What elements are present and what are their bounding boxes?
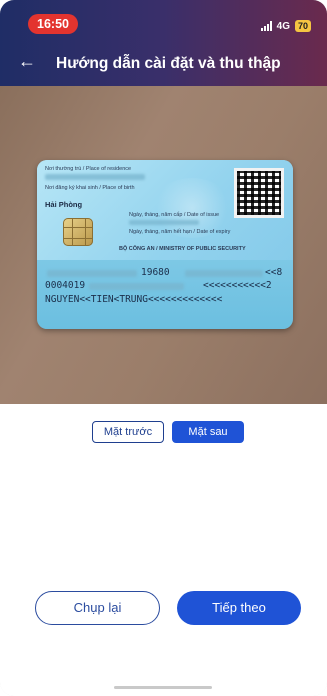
tab-front-side[interactable]: Mặt trước [92, 421, 164, 443]
mrz-line3: NGUYEN<<TIEN<TRUNG<<<<<<<<<<<<< [45, 294, 223, 305]
blurred-mrz-line1b [185, 270, 263, 277]
status-indicators: 4G 70 [260, 19, 311, 33]
mrz-line1-visible: 19680 [141, 267, 170, 278]
place-of-birth-value: Hải Phòng [45, 200, 83, 209]
issuer-label: BỘ CÔNG AN / MINISTRY OF PUBLIC SECURITY [119, 246, 246, 252]
app-header: 16:50 4G 70 ← Hướng dẫn cài đặt và thu t… [0, 0, 327, 86]
id-card-back: Nơi thường trú / Place of residence Nơi … [37, 160, 293, 329]
label-place-of-residence: Nơi thường trú / Place of residence [45, 166, 132, 172]
next-button[interactable]: Tiếp theo [177, 591, 301, 625]
home-indicator [114, 686, 212, 689]
label-date-of-issue: Ngày, tháng, năm cấp / Date of issue [129, 212, 220, 218]
label-place-of-birth: Nơi đăng ký khai sinh / Place of birth [45, 185, 135, 191]
bottom-panel: Mặt trước Mặt sau Chụp lại Tiếp theo [0, 404, 327, 696]
phone-screen: 16:50 4G 70 ← Hướng dẫn cài đặt và thu t… [0, 0, 327, 696]
network-type: 4G [276, 20, 290, 32]
mrz-zone: 19680 <<8 0004019 <<<<<<<<<<<2 NGUYEN<<T… [37, 264, 293, 329]
blurred-residence [45, 174, 145, 180]
chip-icon [63, 218, 93, 246]
blurred-mrz-line1 [47, 270, 137, 277]
signal-icon [260, 21, 272, 31]
retake-button[interactable]: Chụp lại [35, 591, 160, 625]
page-title: Hướng dẫn cài đặt và thu thập [56, 55, 281, 72]
qr-code [234, 168, 284, 218]
blurred-issue-date [129, 220, 199, 225]
label-date-of-expiry: Ngày, tháng, năm hết hạn / Date of expir… [129, 229, 231, 235]
battery-icon: 70 [294, 20, 311, 32]
mrz-line2-start: 0004019 [45, 280, 86, 291]
mrz-line2-end: <<<<<<<<<<<2 [203, 280, 272, 291]
mrz-line1-end: <<8 [265, 267, 283, 278]
blurred-mrz-line2 [89, 283, 184, 290]
tab-back-side[interactable]: Mặt sau [172, 421, 244, 443]
captured-card-photo: Nơi thường trú / Place of residence Nơi … [0, 86, 327, 404]
arrow-left-icon[interactable]: ← [18, 52, 36, 70]
status-time: 16:50 [28, 14, 78, 34]
